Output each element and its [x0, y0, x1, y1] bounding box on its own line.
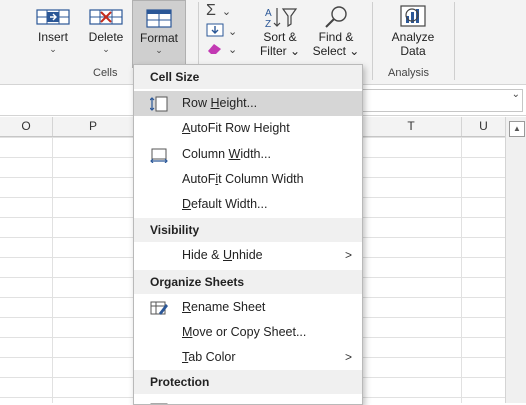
find-select-button[interactable]: Find & Select ⌄ [308, 0, 364, 66]
analyze-label-1: Analyze [391, 30, 435, 44]
submenu-arrow-icon: > [344, 350, 352, 364]
cells-group-label: Cells [93, 67, 118, 79]
delete-button[interactable]: Delete ⌄ [83, 0, 129, 66]
autofit-row-height-item[interactable]: AutoFit Row Height [134, 116, 362, 141]
insert-cells-icon [35, 4, 71, 30]
expand-formula-bar-icon[interactable]: ⌄ [512, 89, 520, 100]
autofit-row-height-label: AutoFit Row Height [182, 121, 290, 135]
visibility-header: Visibility [134, 218, 362, 242]
rename-sheet-label: Rename Sheet [182, 300, 266, 314]
insert-label: Insert [37, 30, 68, 44]
column-width-label: Column Width... [182, 147, 271, 161]
rename-sheet-item[interactable]: Rename Sheet [134, 295, 362, 320]
autosum-icon: Σ [206, 2, 216, 19]
sort-filter-label-1: Sort & [263, 30, 297, 44]
default-width-item[interactable]: Default Width... [134, 192, 362, 217]
column-header-o[interactable]: O [0, 117, 53, 136]
clear-caret: ⌄ [228, 43, 238, 56]
cell-size-header: Cell Size [134, 65, 362, 89]
default-width-label: Default Width... [182, 197, 268, 211]
autofit-column-width-label: AutoFit Column Width [182, 172, 304, 186]
formula-input[interactable] [361, 89, 523, 112]
format-cells-icon [144, 5, 174, 31]
move-copy-sheet-item[interactable]: Move or Copy Sheet... [134, 320, 362, 345]
fill-caret: ⌄ [228, 25, 238, 38]
column-header-p[interactable]: P [53, 117, 134, 136]
protection-header: Protection [134, 370, 362, 394]
submenu-arrow-icon: > [344, 248, 352, 262]
grid-line [52, 137, 53, 403]
row-height-item[interactable]: Row Height... [134, 91, 362, 116]
row-height-label: Row Height... [182, 96, 258, 110]
grid-line [461, 137, 462, 403]
analyze-data-button[interactable]: Analyze Data [382, 0, 444, 66]
autosum-caret: ⌄ [221, 5, 232, 18]
sort-filter-icon: A Z [261, 4, 299, 30]
svg-text:Z: Z [265, 19, 271, 29]
group-separator [454, 2, 455, 80]
row-height-icon [149, 96, 168, 112]
hide-unhide-item[interactable]: Hide & Unhide > [134, 243, 362, 268]
delete-caret: ⌄ [102, 44, 110, 54]
vertical-scrollbar[interactable]: ▲ [505, 117, 526, 403]
tab-color-label: Tab Color [182, 350, 236, 364]
format-button[interactable]: Format ⌄ [132, 0, 186, 68]
fill-down-icon [206, 23, 224, 40]
analyze-data-icon [398, 4, 428, 30]
analysis-group-label: Analysis [388, 67, 429, 79]
magnifier-icon [321, 4, 351, 30]
hide-unhide-label: Hide & Unhide [182, 248, 263, 262]
column-header-u[interactable]: U [462, 117, 506, 136]
eraser-icon [206, 41, 224, 58]
scroll-up-button[interactable]: ▲ [509, 121, 525, 137]
autofit-column-width-item[interactable]: AutoFit Column Width [134, 167, 362, 192]
find-select-label-2: Select ⌄ [312, 44, 360, 58]
format-dropdown-menu: Cell Size Row Height... AutoFit Row Heig… [133, 64, 363, 405]
move-copy-sheet-label: Move or Copy Sheet... [182, 325, 307, 339]
sort-filter-button[interactable]: A Z Sort & Filter ⌄ [253, 0, 307, 66]
organize-sheets-header: Organize Sheets [134, 270, 362, 294]
column-width-icon [150, 147, 168, 164]
tab-color-item[interactable]: Tab Color > [134, 345, 362, 370]
rename-sheet-icon [150, 300, 168, 316]
delete-label: Delete [88, 30, 124, 44]
insert-button[interactable]: Insert ⌄ [30, 0, 76, 66]
fill-button[interactable]: ⌄ [206, 22, 237, 40]
format-caret: ⌄ [155, 45, 163, 55]
column-width-item[interactable]: Column Width... [134, 142, 362, 167]
delete-cells-icon [88, 4, 124, 30]
autosum-button[interactable]: Σ ⌄ [206, 2, 231, 20]
protect-sheet-icon [150, 400, 168, 404]
analyze-label-2: Data [400, 44, 426, 58]
insert-caret: ⌄ [49, 44, 57, 54]
column-header-t[interactable]: T [361, 117, 462, 136]
find-select-label-1: Find & [318, 30, 354, 44]
svg-text:A: A [265, 8, 272, 19]
sort-filter-label-2: Filter ⌄ [259, 44, 301, 58]
clear-button[interactable]: ⌄ [206, 40, 237, 58]
group-separator [372, 2, 373, 80]
format-label: Format [139, 31, 178, 45]
